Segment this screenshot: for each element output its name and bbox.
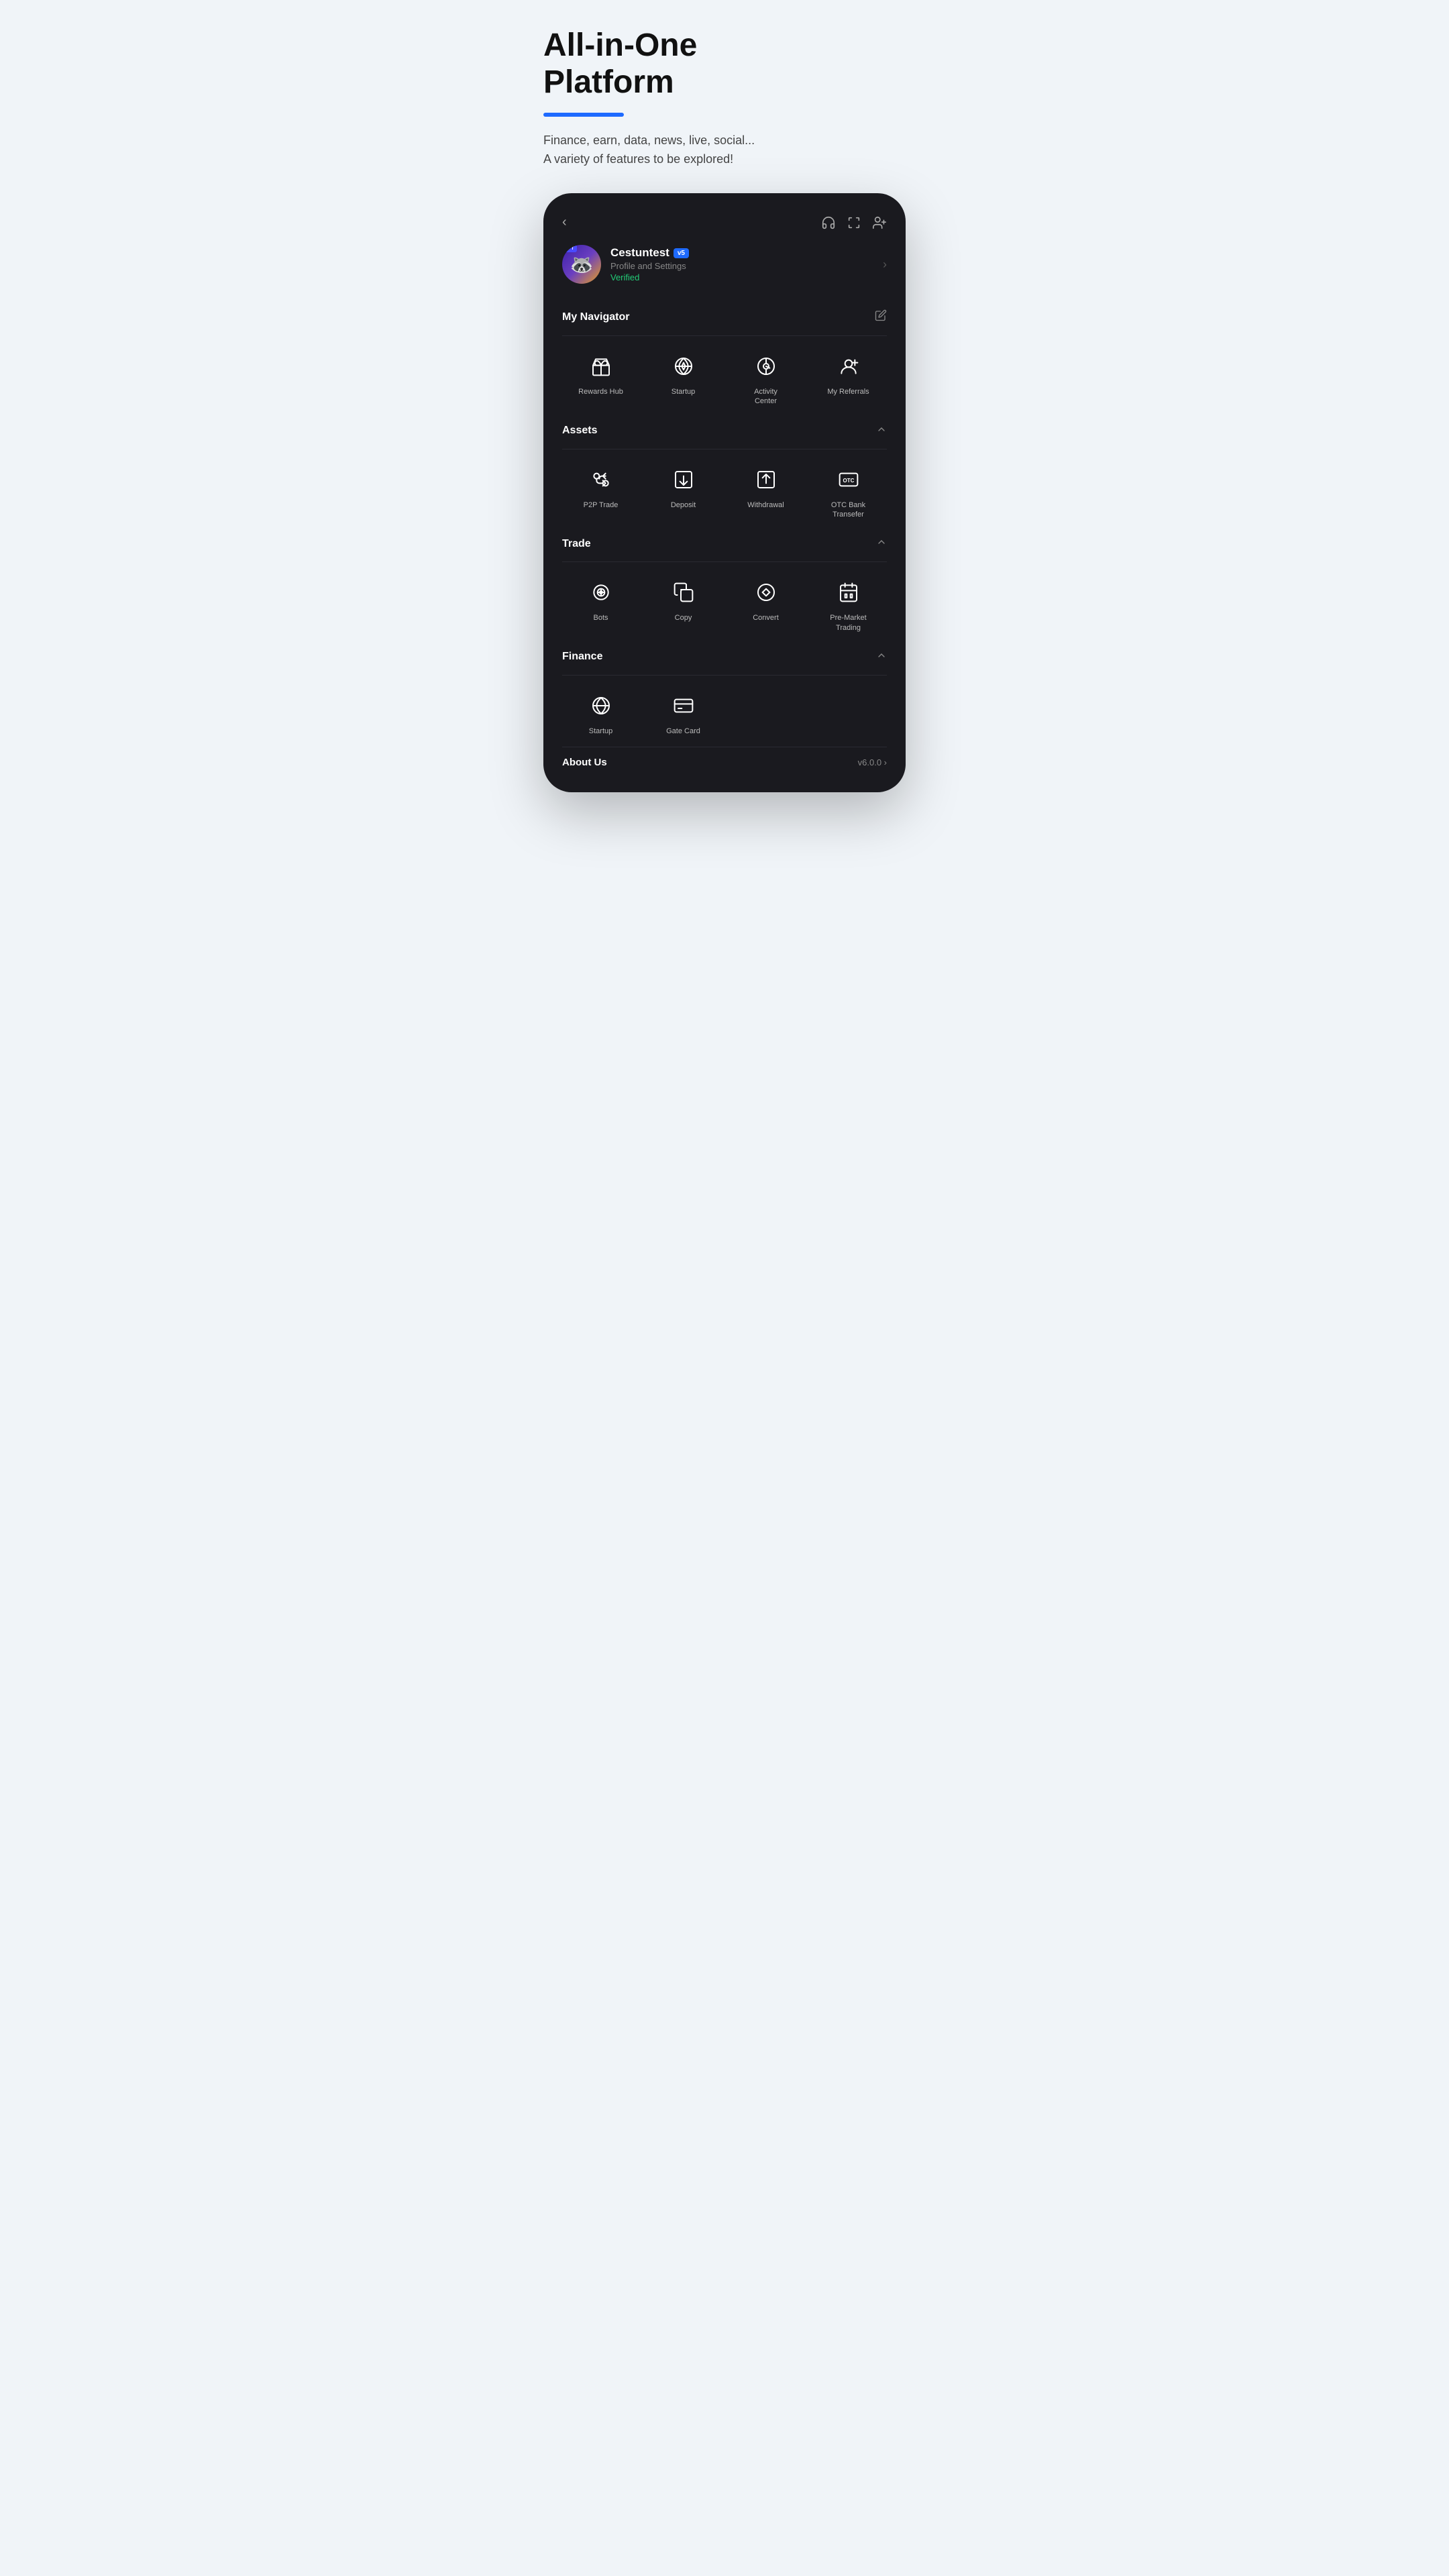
nav-item-copy[interactable]: Copy bbox=[645, 572, 722, 638]
startup-fin-label: Startup bbox=[589, 727, 612, 736]
top-bar: ‹ bbox=[562, 215, 887, 230]
deposit-label: Deposit bbox=[671, 500, 696, 510]
about-us-label: About Us bbox=[562, 757, 607, 768]
about-version: v6.0.0 › bbox=[858, 757, 887, 767]
navigator-divider bbox=[562, 335, 887, 336]
nft-badge: NFT bbox=[562, 245, 577, 252]
navigator-title: My Navigator bbox=[562, 311, 629, 323]
nav-item-otc[interactable]: OTC OTC BankTransefer bbox=[810, 459, 887, 525]
profile-left: NFT 🦝 Cestuntest v5 Profile and Settings… bbox=[562, 245, 689, 284]
verified-label: Verified bbox=[610, 272, 689, 282]
convert-label: Convert bbox=[753, 613, 779, 623]
otc-icon-wrap: OTC bbox=[833, 464, 864, 495]
startup-icon-wrap bbox=[668, 351, 699, 382]
trade-collapse-icon[interactable] bbox=[876, 537, 887, 551]
trade-divider bbox=[562, 561, 887, 562]
nav-item-startup[interactable]: Startup bbox=[645, 345, 722, 412]
avatar: NFT 🦝 bbox=[562, 245, 601, 284]
trade-title: Trade bbox=[562, 538, 591, 550]
startup-fin-icon-wrap bbox=[586, 690, 616, 721]
navigator-header: My Navigator bbox=[562, 303, 887, 334]
deposit-icon-wrap bbox=[668, 464, 699, 495]
assets-title: Assets bbox=[562, 425, 597, 437]
page-wrapper: All-in-OnePlatform Finance, earn, data, … bbox=[543, 27, 906, 792]
profile-settings-label: Profile and Settings bbox=[610, 261, 689, 271]
bots-icon-wrap bbox=[586, 577, 616, 608]
headset-icon[interactable] bbox=[821, 215, 836, 230]
nav-item-startup-fin[interactable]: Startup bbox=[562, 685, 639, 741]
trade-section: Trade Bots Copy bbox=[562, 530, 887, 638]
page-title: All-in-OnePlatform bbox=[543, 27, 906, 101]
accent-bar bbox=[543, 113, 624, 117]
person-add-icon[interactable] bbox=[872, 215, 887, 230]
version-badge: v5 bbox=[674, 248, 689, 258]
edit-icon[interactable] bbox=[875, 309, 887, 325]
my-referrals-label: My Referrals bbox=[827, 387, 869, 396]
assets-collapse-icon[interactable] bbox=[876, 424, 887, 438]
rewards-hub-label: Rewards Hub bbox=[578, 387, 623, 396]
navigator-section: My Navigator Rewards Hub bbox=[562, 303, 887, 412]
nav-item-premarket[interactable]: Pre-MarketTrading bbox=[810, 572, 887, 638]
back-button[interactable]: ‹ bbox=[562, 215, 567, 230]
withdrawal-label: Withdrawal bbox=[747, 500, 784, 510]
finance-grid: Startup Gate Card bbox=[562, 685, 887, 741]
nav-item-activity-center[interactable]: ActivityCenter bbox=[727, 345, 804, 412]
assets-header: Assets bbox=[562, 417, 887, 447]
nav-item-bots[interactable]: Bots bbox=[562, 572, 639, 638]
profile-name-row: Cestuntest v5 bbox=[610, 246, 689, 260]
nav-item-deposit[interactable]: Deposit bbox=[645, 459, 722, 525]
gate-card-icon-wrap bbox=[668, 690, 699, 721]
premarket-label: Pre-MarketTrading bbox=[830, 613, 866, 633]
nav-item-rewards-hub[interactable]: Rewards Hub bbox=[562, 345, 639, 412]
finance-section: Finance Startup bbox=[562, 643, 887, 741]
username: Cestuntest bbox=[610, 246, 669, 260]
nav-item-convert[interactable]: Convert bbox=[727, 572, 804, 638]
copy-icon-wrap bbox=[668, 577, 699, 608]
activity-center-label: ActivityCenter bbox=[754, 387, 777, 407]
convert-icon-wrap bbox=[751, 577, 782, 608]
phone-mockup: ‹ bbox=[543, 193, 906, 792]
profile-row[interactable]: NFT 🦝 Cestuntest v5 Profile and Settings… bbox=[562, 245, 887, 284]
bots-label: Bots bbox=[593, 613, 608, 623]
nav-item-gate-card[interactable]: Gate Card bbox=[645, 685, 722, 741]
nav-item-withdrawal[interactable]: Withdrawal bbox=[727, 459, 804, 525]
withdrawal-icon-wrap bbox=[751, 464, 782, 495]
finance-collapse-icon[interactable] bbox=[876, 650, 887, 664]
finance-title: Finance bbox=[562, 651, 602, 663]
finance-header: Finance bbox=[562, 643, 887, 674]
trade-header: Trade bbox=[562, 530, 887, 560]
nav-item-my-referrals[interactable]: My Referrals bbox=[810, 345, 887, 412]
p2p-label: P2P Trade bbox=[584, 500, 619, 510]
finance-divider bbox=[562, 675, 887, 676]
about-us-row[interactable]: About Us v6.0.0 › bbox=[562, 747, 887, 771]
copy-label: Copy bbox=[675, 613, 692, 623]
nav-item-p2p[interactable]: P2P Trade bbox=[562, 459, 639, 525]
avatar-image: 🦝 bbox=[570, 254, 594, 276]
premarket-icon-wrap bbox=[833, 577, 864, 608]
gate-card-label: Gate Card bbox=[666, 727, 700, 736]
p2p-icon-wrap bbox=[586, 464, 616, 495]
activity-center-icon-wrap bbox=[751, 351, 782, 382]
trade-grid: Bots Copy Convert bbox=[562, 572, 887, 638]
scan-icon[interactable] bbox=[847, 215, 861, 230]
navigator-grid: Rewards Hub Startup ActivityCenter bbox=[562, 345, 887, 412]
rewards-hub-icon-wrap bbox=[586, 351, 616, 382]
my-referrals-icon-wrap bbox=[833, 351, 864, 382]
otc-label: OTC BankTransefer bbox=[831, 500, 865, 520]
page-subtitle: Finance, earn, data, news, live, social.… bbox=[543, 131, 906, 169]
profile-info: Cestuntest v5 Profile and Settings Verif… bbox=[610, 246, 689, 282]
assets-grid: P2P Trade Deposit Withdrawal bbox=[562, 459, 887, 525]
assets-section: Assets P2P Trade bbox=[562, 417, 887, 525]
profile-chevron: › bbox=[883, 258, 887, 272]
svg-text:OTC: OTC bbox=[843, 478, 854, 484]
startup-label: Startup bbox=[672, 387, 695, 396]
top-icons bbox=[821, 215, 887, 230]
